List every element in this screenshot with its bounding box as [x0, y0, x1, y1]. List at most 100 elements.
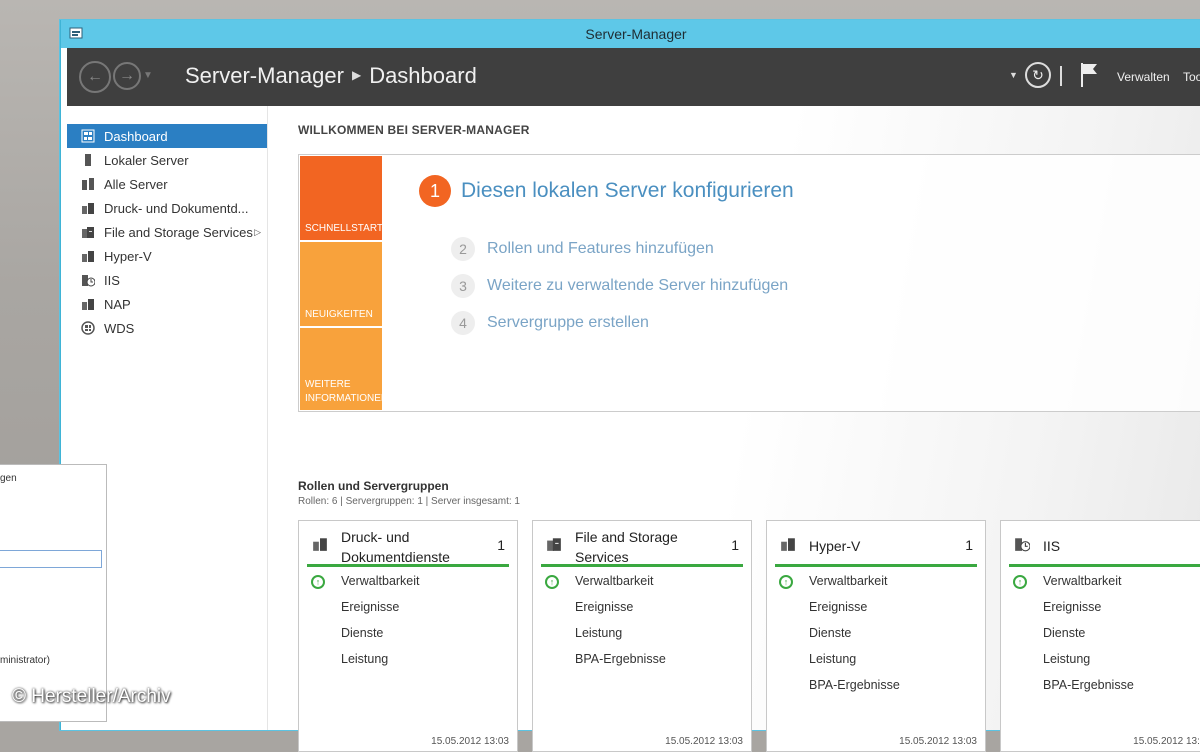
card-header[interactable]: Druck- und Dokumentdienste 1 — [299, 521, 517, 565]
step-add-roles[interactable]: 2 Rollen und Features hinzufügen — [451, 237, 714, 261]
wds-icon — [81, 321, 95, 335]
sidebar-item-label: File and Storage Services — [104, 224, 253, 240]
status-ok-icon: ↑ — [311, 575, 325, 589]
manage-menu[interactable]: Verwalten — [1117, 70, 1170, 84]
step-configure-local-server[interactable]: 1 Diesen lokalen Server konfigurieren — [419, 175, 794, 207]
step-label: Servergruppe erstellen — [487, 314, 649, 331]
sidebar-item[interactable]: File and Storage Services ▷ — [67, 220, 267, 244]
card-row[interactable]: Leistung — [1043, 652, 1090, 666]
card-row[interactable]: BPA-Ergebnisse — [1043, 678, 1134, 692]
tools-menu[interactable]: Too — [1183, 70, 1200, 84]
sidebar-item[interactable]: Dashboard — [67, 124, 267, 148]
file-storage-icon — [546, 536, 562, 552]
navigation-bar: ← → ▼ Server-Manager ▶ Dashboard ▼ ↻ Verwa… — [67, 48, 1200, 106]
background-dialog: gen ministrator) — [0, 464, 107, 722]
card-row[interactable]: Verwaltbarkeit — [575, 574, 654, 588]
tile-quickstart[interactable]: SCHNELLSTART — [300, 156, 383, 240]
breadcrumb-separator-icon: ▶ — [351, 68, 362, 82]
card-row[interactable]: Leistung — [575, 626, 622, 640]
breadcrumb-root[interactable]: Server-Manager — [185, 63, 344, 88]
window-title: Server-Manager — [585, 26, 687, 42]
card-row[interactable]: Verwaltbarkeit — [809, 574, 888, 588]
sidebar-item[interactable]: IIS — [67, 268, 267, 292]
card-row[interactable]: Ereignisse — [1043, 600, 1101, 614]
card-row[interactable]: Leistung — [341, 652, 388, 666]
sidebar-item[interactable]: Druck- und Dokumentd... — [67, 196, 267, 220]
step-label: Rollen und Features hinzufügen — [487, 240, 714, 257]
card-timestamp: 15.05.2012 13:03 — [665, 736, 743, 747]
tile-news[interactable]: NEUIGKEITEN — [300, 242, 382, 326]
sidebar-item-label: Lokaler Server — [104, 152, 189, 168]
status-ok-icon: ↑ — [1013, 575, 1027, 589]
sidebar-item[interactable]: Alle Server — [67, 172, 267, 196]
card-row[interactable]: Dienste — [1043, 626, 1085, 640]
server-role-icon — [81, 249, 95, 263]
notifications-flag-icon[interactable] — [1079, 62, 1099, 88]
card-header[interactable]: Hyper-V 1 — [767, 521, 985, 565]
card-row[interactable]: Verwaltbarkeit — [1043, 574, 1122, 588]
card-header[interactable]: File and Storage Services 1 — [533, 521, 751, 565]
card-header[interactable]: IIS1 — [1001, 521, 1200, 565]
role-card[interactable]: File and Storage Services 1 ↑ Verwaltbarkei… — [532, 520, 752, 752]
role-card[interactable]: IIS1 ↑ Verwaltbarkeit Ereignisse Dienste Leis… — [1000, 520, 1200, 752]
role-card[interactable]: Hyper-V 1 ↑ Verwaltbarkeit Ereignisse Dienste… — [766, 520, 986, 752]
status-bar — [775, 564, 977, 567]
card-count: 1 — [965, 537, 973, 553]
status-ok-icon: ↑ — [545, 575, 559, 589]
sidebar-item[interactable]: WDS — [67, 316, 267, 340]
sidebar-item-label: Alle Server — [104, 176, 168, 192]
breadcrumb-page: Dashboard — [369, 63, 477, 88]
server-icon — [81, 153, 95, 167]
server-role-icon — [780, 536, 796, 552]
title-bar[interactable]: Server-Manager — [61, 20, 1200, 48]
step-label: Weitere zu verwaltende Server hinzufügen — [487, 277, 789, 294]
back-button[interactable]: ← — [79, 61, 111, 93]
refresh-icon: ↻ — [1032, 66, 1044, 83]
dialog-input-field[interactable] — [0, 550, 102, 568]
step-create-server-group[interactable]: 4 Servergruppe erstellen — [451, 311, 649, 335]
card-row[interactable]: Dienste — [809, 626, 851, 640]
dashboard-main: WILLKOMMEN BEI SERVER-MANAGER SCHNELLSTA… — [268, 106, 1200, 752]
card-row[interactable]: Ereignisse — [575, 600, 633, 614]
expand-arrow-icon[interactable]: ▷ — [254, 227, 261, 238]
sidebar-item[interactable]: Lokaler Server — [67, 148, 267, 172]
role-card[interactable]: Druck- und Dokumentdienste 1 ↑ Verwaltbarke… — [298, 520, 518, 752]
sidebar-item-label: Dashboard — [104, 128, 168, 144]
card-row[interactable]: Leistung — [809, 652, 856, 666]
step-number: 1 — [419, 175, 451, 207]
breadcrumb: Server-Manager ▶ Dashboard — [185, 63, 477, 89]
sidebar-item[interactable]: NAP — [67, 292, 267, 316]
server-role-icon — [81, 201, 95, 215]
arrow-left-icon: ← — [87, 68, 103, 85]
server-role-icon — [81, 297, 95, 311]
iis-icon — [81, 273, 96, 287]
card-row[interactable]: BPA-Ergebnisse — [575, 652, 666, 666]
sidebar-item-label: Druck- und Dokumentd... — [104, 200, 249, 216]
step-number: 3 — [451, 274, 475, 298]
status-bar — [1009, 564, 1200, 567]
card-row[interactable]: Verwaltbarkeit — [341, 574, 420, 588]
sidebar-item-label: Hyper-V — [104, 248, 152, 264]
history-dropdown-icon[interactable]: ▼ — [143, 70, 153, 81]
welcome-panel: SCHNELLSTART NEUIGKEITEN WEITERE INFORMA… — [298, 154, 1200, 412]
refresh-dropdown-icon[interactable]: ▼ — [1009, 70, 1018, 80]
roles-section-title: Rollen und Servergruppen — [298, 479, 449, 493]
card-title: Hyper-V — [809, 538, 861, 554]
toolbar-divider — [1060, 66, 1062, 86]
refresh-button[interactable]: ↻ — [1025, 62, 1051, 88]
sidebar-item-label: NAP — [104, 296, 131, 312]
forward-button[interactable]: → — [113, 62, 141, 90]
sidebar-item[interactable]: Hyper-V — [67, 244, 267, 268]
card-row[interactable]: Dienste — [341, 626, 383, 640]
roles-section-summary: Rollen: 6 | Servergruppen: 1 | Server in… — [298, 496, 520, 507]
step-add-servers[interactable]: 3 Weitere zu verwaltende Server hinzufüg… — [451, 274, 788, 298]
dialog-text: gen — [0, 473, 17, 484]
status-bar — [307, 564, 509, 567]
card-row[interactable]: BPA-Ergebnisse — [809, 678, 900, 692]
card-row[interactable]: Ereignisse — [809, 600, 867, 614]
card-timestamp: 15.05.2012 13:03 — [1133, 736, 1200, 747]
tile-more-info[interactable]: WEITERE INFORMATIONEN — [300, 328, 388, 410]
step-number: 2 — [451, 237, 475, 261]
card-row[interactable]: Ereignisse — [341, 600, 399, 614]
server-manager-window: Server-Manager ← → ▼ Server-Manager ▶ Dash… — [60, 20, 1200, 752]
